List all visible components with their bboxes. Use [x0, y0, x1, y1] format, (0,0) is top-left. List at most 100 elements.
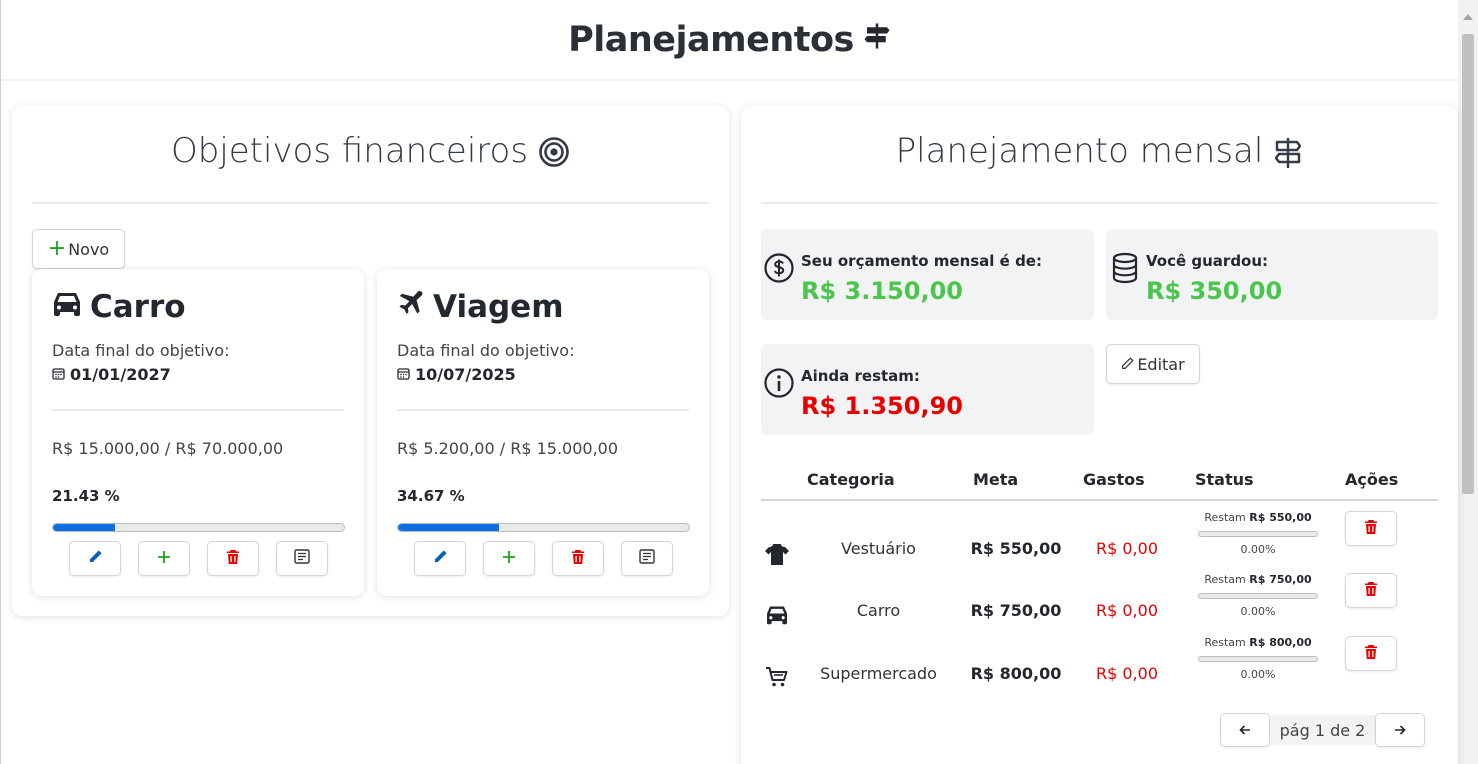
target-icon	[538, 136, 570, 177]
budget-label: Seu orçamento mensal é de:	[801, 252, 1042, 270]
remaining-value: R$ 1.350,90	[801, 392, 963, 420]
financial-goals-panel: Objetivos financeiros + Novo Carro Data …	[12, 106, 729, 616]
remaining-status: Restam R$ 800,00	[1185, 636, 1331, 649]
delete-goal-button[interactable]	[207, 541, 259, 576]
goal-title: Carro	[52, 289, 186, 325]
goal-name: Viagem	[433, 289, 564, 325]
remaining-label: Ainda restam:	[801, 367, 920, 385]
goal-details-button[interactable]	[621, 541, 673, 576]
cart-icon	[765, 666, 789, 692]
next-page-button[interactable]	[1375, 713, 1425, 747]
delete-category-button[interactable]	[1345, 573, 1397, 608]
table-row: Supermercado R$ 800,00 R$ 0,00 Restam R$…	[761, 636, 1438, 704]
category-name: Vestuário	[841, 539, 916, 558]
goal-date-value: 01/01/2027	[70, 365, 171, 384]
new-goal-button[interactable]: + Novo	[32, 229, 125, 269]
page-title-wrap: Planejamentos	[568, 20, 892, 60]
shirt-icon	[765, 543, 789, 569]
arrow-right-icon	[1394, 721, 1406, 740]
goal-date: 01/01/2027	[52, 365, 171, 384]
status-progress-bar	[1198, 593, 1318, 599]
edit-goal-button[interactable]	[414, 541, 466, 576]
goal-percent: 34.67 %	[397, 487, 465, 505]
database-icon	[1111, 252, 1139, 288]
category-spent: R$ 0,00	[1095, 601, 1158, 620]
restam-label: Restam	[1204, 636, 1246, 649]
delete-category-button[interactable]	[1345, 636, 1397, 671]
goal-percent: 21.43 %	[52, 487, 120, 505]
table-row: Vestuário R$ 550,00 R$ 0,00 Restam R$ 55…	[761, 511, 1438, 579]
saved-box: Você guardou: R$ 350,00	[1106, 229, 1438, 320]
previous-page-button[interactable]	[1220, 713, 1270, 747]
goal-progress-bar	[397, 523, 690, 532]
goal-progress-bar	[52, 523, 345, 532]
goal-date-label: Data final do objetivo:	[52, 341, 230, 360]
status-percent: 0.00%	[1240, 668, 1276, 681]
category-meta: R$ 800,00	[970, 664, 1062, 683]
trash-icon	[1364, 519, 1378, 539]
trash-icon	[226, 549, 240, 569]
category-spent: R$ 0,00	[1095, 539, 1158, 558]
restam-label: Restam	[1204, 511, 1246, 524]
saved-value: R$ 350,00	[1146, 277, 1283, 305]
remaining-box: Ainda restam: R$ 1.350,90	[761, 344, 1094, 435]
new-goal-label: Novo	[68, 239, 110, 259]
goal-card-viagem: Viagem Data final do objetivo: 10/07/202…	[377, 269, 709, 596]
dollar-circle-icon	[763, 252, 795, 288]
car-icon	[52, 289, 82, 325]
restam-label: Restam	[1204, 573, 1246, 586]
trash-icon	[1364, 581, 1378, 601]
document-icon	[294, 549, 310, 568]
header-gastos: Gastos	[1083, 470, 1145, 489]
scrollbar-thumb[interactable]	[1462, 34, 1474, 494]
category-name: Carro	[856, 601, 901, 620]
signpost-icon	[1273, 136, 1303, 179]
restam-value: R$ 750,00	[1249, 573, 1312, 586]
header-status: Status	[1195, 470, 1254, 489]
saved-label: Você guardou:	[1146, 252, 1269, 270]
goal-progress-fill	[53, 524, 116, 531]
goals-panel-title: Objetivos financeiros	[32, 128, 709, 204]
trash-icon	[571, 549, 585, 569]
status-progress-bar	[1198, 531, 1318, 537]
divider	[52, 409, 344, 411]
status-progress-bar	[1198, 656, 1318, 662]
goals-panel-title-text: Objetivos financeiros	[170, 131, 529, 171]
category-meta: R$ 750,00	[970, 601, 1062, 620]
header-categoria: Categoria	[807, 470, 895, 489]
goal-name: Carro	[90, 289, 186, 325]
goal-title: Viagem	[397, 289, 564, 325]
edit-goal-button[interactable]	[69, 541, 121, 576]
goal-actions	[69, 541, 328, 576]
goal-actions	[414, 541, 673, 576]
add-deposit-button[interactable]	[483, 541, 535, 576]
delete-category-button[interactable]	[1345, 511, 1397, 546]
table-header: Categoria Meta Gastos Status Ações	[761, 466, 1438, 501]
budget-value: R$ 3.150,00	[801, 277, 963, 305]
goal-date-label: Data final do objetivo:	[397, 341, 575, 360]
goal-progress-fill	[398, 524, 499, 531]
scroll-up-arrow[interactable]	[1463, 14, 1473, 20]
divider	[397, 409, 689, 411]
monthly-planning-panel: Planejamento mensal Seu orçamento mensal…	[741, 106, 1458, 764]
edit-budget-label: Editar	[1137, 354, 1185, 374]
goal-details-button[interactable]	[276, 541, 328, 576]
plus-icon: +	[47, 236, 67, 261]
category-spent: R$ 0,00	[1095, 664, 1158, 683]
remaining-status: Restam R$ 550,00	[1185, 511, 1331, 524]
status-percent: 0.00%	[1240, 543, 1276, 556]
pencil-icon	[88, 549, 103, 568]
scrollbar[interactable]	[1458, 0, 1478, 764]
signpost-icon	[862, 20, 892, 60]
page-indicator: pág 1 de 2	[1270, 715, 1375, 745]
add-deposit-button[interactable]	[138, 541, 190, 576]
document-icon	[639, 549, 655, 568]
restam-value: R$ 800,00	[1249, 636, 1312, 649]
edit-budget-button[interactable]: Editar	[1106, 344, 1200, 384]
monthly-panel-title-text: Planejamento mensal	[895, 131, 1264, 171]
table-row: Carro R$ 750,00 R$ 0,00 Restam R$ 750,00…	[761, 573, 1438, 641]
goal-date: 10/07/2025	[397, 365, 516, 384]
delete-goal-button[interactable]	[552, 541, 604, 576]
calendar-icon	[397, 365, 410, 384]
pencil-icon	[1121, 355, 1134, 374]
